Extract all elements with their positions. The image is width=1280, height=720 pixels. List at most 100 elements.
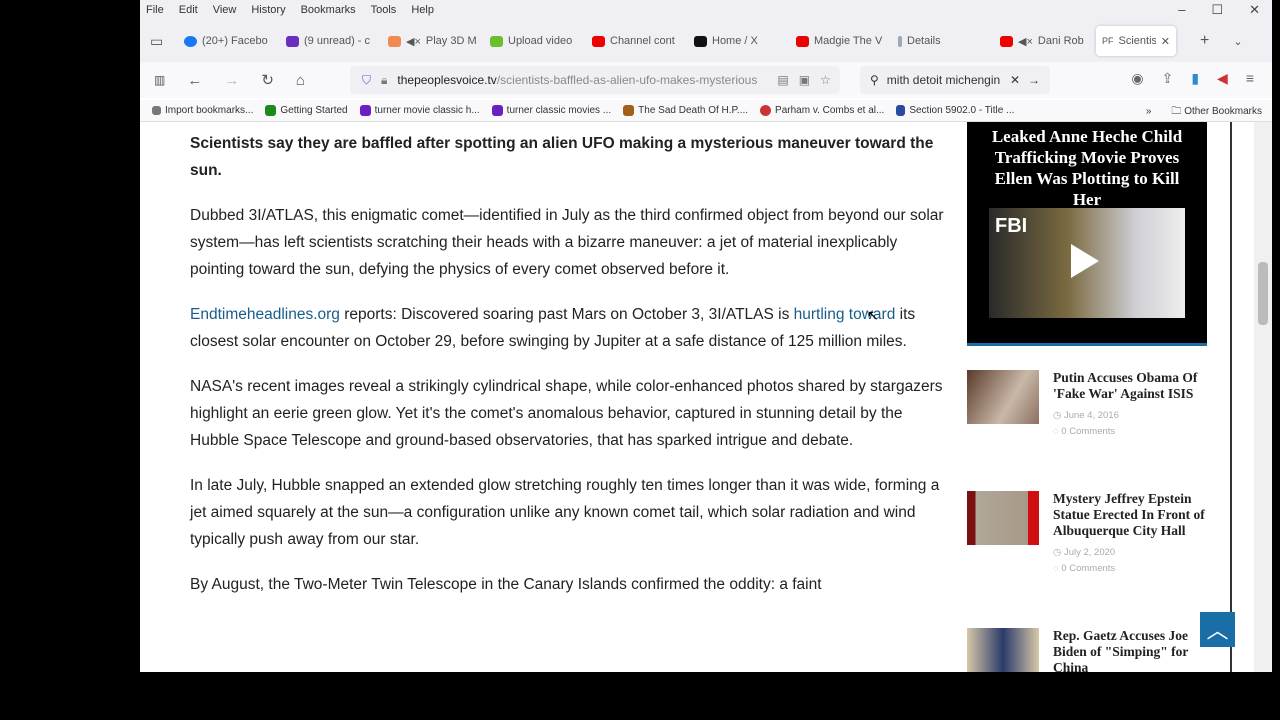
extension-badge-icon[interactable]: ▮ [1191, 70, 1199, 87]
promo-video[interactable]: Leaked Anne Heche Child Trafficking Movi… [967, 122, 1207, 346]
home-button[interactable]: ⌂ [296, 72, 305, 89]
tab[interactable]: (20+) Facebo [178, 26, 280, 56]
other-bookmarks[interactable]: » 🗀︎ Other Bookmarks [1146, 104, 1262, 121]
import-icon [152, 106, 161, 115]
folder-icon: 🗀︎ [1171, 106, 1182, 117]
bookmark-item[interactable]: Parham v. Combs et al... [760, 105, 884, 116]
extensions-icon[interactable]: ⇪ [1162, 70, 1174, 87]
bookmark-item[interactable]: Import bookmarks... [152, 105, 253, 116]
bookmark-favicon [265, 105, 277, 116]
lock-icon[interactable]: 🔒︎ [381, 73, 387, 88]
post-thumbnail[interactable] [967, 370, 1039, 424]
article-body: Scientists say they are baffled after sp… [190, 130, 950, 616]
mouse-cursor-icon: ↖ [867, 307, 879, 323]
sidebar: Leaked Anne Heche Child Trafficking Movi… [967, 122, 1207, 672]
paragraph: Dubbed 3I/ATLAS, this enigmatic comet—id… [190, 207, 944, 278]
related-post[interactable]: Mystery Jeffrey Epstein Statue Erected I… [967, 491, 1209, 577]
tab[interactable]: (9 unread) - c [280, 26, 382, 56]
post-title[interactable]: Mystery Jeffrey Epstein Statue Erected I… [1053, 491, 1209, 539]
mute-icon[interactable]: ◀× [406, 35, 421, 48]
go-arrow-icon[interactable]: → [1028, 73, 1040, 87]
clock-icon: ◷ [1053, 547, 1062, 558]
bookmark-item[interactable]: Getting Started [265, 105, 348, 116]
document-icon [898, 35, 902, 47]
back-button[interactable]: ← [187, 72, 202, 89]
clear-search-icon[interactable]: ✕ [1010, 73, 1020, 87]
tab[interactable]: ◀× Dani Rob [994, 26, 1096, 56]
bookmark-favicon [896, 105, 906, 116]
mail-icon [286, 35, 299, 47]
shield-icon[interactable]: ⛉ [362, 73, 371, 88]
tab[interactable]: Channel cont [586, 26, 688, 56]
post-thumbnail[interactable] [967, 491, 1039, 545]
menu-help[interactable]: Help [411, 4, 434, 16]
account-icon[interactable]: ◉ [1131, 70, 1143, 87]
close-tab-icon[interactable]: ✕ [1161, 35, 1170, 48]
tab-active[interactable]: PFScientists B✕ [1096, 26, 1176, 56]
bookmark-favicon [359, 105, 371, 116]
post-title[interactable]: Putin Accuses Obama Of 'Fake War' Agains… [1053, 370, 1209, 402]
sidebar-icon[interactable]: ▥ [154, 73, 165, 87]
menu-history[interactable]: History [251, 4, 285, 16]
related-post[interactable]: Putin Accuses Obama Of 'Fake War' Agains… [967, 370, 1209, 440]
scrollbar-thumb[interactable] [1258, 262, 1268, 325]
tab[interactable]: Details [892, 26, 994, 56]
scrollbar[interactable] [1254, 122, 1272, 672]
bookmark-item[interactable]: Section 5902.0 - Title ... [896, 105, 1014, 116]
minimize-button[interactable]: – [1178, 2, 1185, 18]
menu-bookmarks[interactable]: Bookmarks [301, 4, 356, 16]
menu-edit[interactable]: Edit [179, 4, 198, 16]
clock-icon: ◷ [1053, 410, 1062, 421]
tab-overview-icon[interactable]: ▭ [150, 33, 178, 50]
related-post[interactable]: Rep. Gaetz Accuses Joe Biden of "Simping… [967, 628, 1209, 672]
chevron-up-icon: ︿ [1206, 618, 1229, 643]
new-tab-button[interactable]: + [1200, 32, 1209, 50]
bookmark-item[interactable]: The Sad Death Of H.P.... [623, 105, 748, 116]
close-window-button[interactable]: ✕ [1249, 2, 1260, 18]
bookmark-favicon [623, 105, 635, 116]
app-menu-icon[interactable]: ≡ [1246, 70, 1254, 87]
mute-icon[interactable]: ◀× [1018, 35, 1033, 48]
facebook-icon [184, 35, 197, 47]
maximize-button[interactable]: ☐ [1211, 2, 1223, 18]
source-link[interactable]: Endtimeheadlines.org [190, 306, 340, 323]
tab[interactable]: Upload video [484, 26, 586, 56]
menu-view[interactable]: View [213, 4, 237, 16]
hurtling-toward-link[interactable]: hurtling toward [794, 306, 896, 323]
tab[interactable]: Home / X [688, 26, 790, 56]
search-icon: ⚲ [870, 73, 879, 87]
tab[interactable]: Madgie The V [790, 26, 892, 56]
tab[interactable]: ◀× Play 3D M [382, 26, 484, 56]
screenshot-icon[interactable]: ▣ [799, 73, 810, 87]
site-icon: PF [1102, 36, 1114, 46]
menu-file[interactable]: File [146, 4, 164, 16]
megaphone-icon[interactable]: ◀ [1217, 70, 1228, 87]
x-icon [694, 35, 707, 47]
youtube-icon [796, 35, 809, 47]
search-input[interactable]: ⚲ mith detoit michengin ✕ → [860, 66, 1050, 94]
bookmark-item[interactable]: turner classic movies ... [491, 105, 611, 116]
chevron-more-icon[interactable]: » [1146, 106, 1152, 117]
comment-icon: ◌ [1053, 426, 1059, 437]
post-thumbnail[interactable] [967, 628, 1039, 672]
video-thumbnail[interactable]: FBI [989, 208, 1185, 318]
play-icon[interactable] [1071, 244, 1099, 278]
url-bar[interactable]: ⛉ 🔒︎ thepeoplesvoice.tv/scientists-baffl… [350, 66, 840, 94]
bookmarks-bar: Import bookmarks... Getting Started turn… [140, 100, 1272, 122]
back-to-top-button[interactable]: ︿ [1200, 612, 1235, 647]
article-lead: Scientists say they are baffled after sp… [190, 135, 934, 179]
page-border [1230, 122, 1232, 672]
browser-window: File Edit View History Bookmarks Tools H… [140, 0, 1272, 672]
post-title[interactable]: Rep. Gaetz Accuses Joe Biden of "Simping… [1053, 628, 1209, 672]
list-tabs-button[interactable]: ⌄ [1233, 35, 1242, 48]
paragraph: By August, the Two-Meter Twin Telescope … [190, 576, 822, 593]
reader-view-icon[interactable]: ▤ [777, 73, 788, 87]
forward-button[interactable]: → [224, 72, 239, 89]
page-content: Scientists say they are baffled after sp… [140, 122, 1230, 672]
paragraph: In late July, Hubble snapped an extended… [190, 477, 940, 548]
reload-button[interactable]: ↻ [261, 71, 274, 89]
bookmark-star-icon[interactable]: ☆ [820, 73, 831, 87]
bookmark-item[interactable]: turner movie classic h... [359, 105, 480, 116]
paragraph: NASA's recent images reveal a strikingly… [190, 378, 943, 449]
menu-tools[interactable]: Tools [371, 4, 397, 16]
